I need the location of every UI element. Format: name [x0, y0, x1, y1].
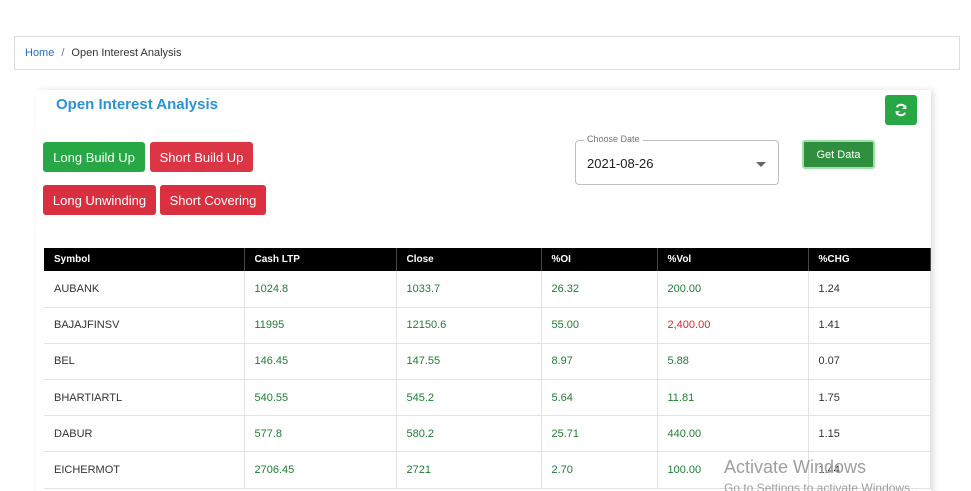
short-covering-button[interactable]: Short Covering [160, 185, 266, 215]
cell-vol: 11.81 [657, 379, 809, 417]
cell-vol: 5.88 [657, 343, 809, 381]
cell-oi: 26.32 [541, 271, 658, 308]
header-oi[interactable]: %OI [541, 248, 658, 271]
table-row[interactable]: BHARTIARTL 540.55 545.2 5.64 11.81 1.75 [44, 379, 931, 417]
cell-close: 545.2 [396, 379, 542, 417]
header-vol[interactable]: %Vol [657, 248, 809, 271]
breadcrumb: Home / Open Interest Analysis [14, 36, 960, 70]
cell-chg: 1.15 [808, 415, 931, 453]
get-data-button[interactable]: Get Data [802, 140, 875, 169]
long-build-up-button[interactable]: Long Build Up [43, 142, 145, 172]
page-title: Open Interest Analysis [56, 96, 218, 113]
chevron-down-icon [756, 162, 766, 167]
breadcrumb-current: Open Interest Analysis [71, 47, 182, 59]
cell-oi: 55.00 [541, 307, 658, 344]
long-unwinding-button[interactable]: Long Unwinding [43, 185, 156, 215]
cell-cash-ltp: 2706.45 [244, 451, 397, 489]
cell-chg: 0.07 [808, 343, 931, 381]
date-select[interactable]: Choose Date 2021-08-26 [575, 134, 779, 185]
cell-chg: 1.75 [808, 379, 931, 417]
windows-activation-watermark: Activate Windows [724, 457, 867, 477]
cell-oi: 2.70 [541, 451, 658, 489]
header-chg[interactable]: %CHG [808, 248, 931, 271]
cell-cash-ltp: 577.8 [244, 415, 397, 453]
refresh-icon [895, 103, 907, 117]
oi-table: Symbol Cash LTP Close %OI %Vol %CHG AUBA… [44, 248, 931, 489]
cell-close: 2721 [396, 451, 542, 489]
cell-oi: 5.64 [541, 379, 658, 417]
table-row[interactable]: BEL 146.45 147.55 8.97 5.88 0.07 [44, 343, 931, 381]
cell-cash-ltp: 1024.8 [244, 271, 397, 308]
breadcrumb-home-link[interactable]: Home [25, 47, 54, 59]
header-symbol[interactable]: Symbol [44, 248, 245, 271]
cell-chg: 1.41 [808, 307, 931, 344]
table-row[interactable]: DABUR 577.8 580.2 25.71 440.00 1.15 [44, 415, 931, 453]
cell-cash-ltp: 11995 [244, 307, 397, 344]
cell-vol: 2,400.00 [657, 307, 809, 344]
date-value: 2021-08-26 [587, 156, 654, 171]
cell-oi: 8.97 [541, 343, 658, 381]
breadcrumb-separator: / [61, 47, 65, 59]
table-header-row: Symbol Cash LTP Close %OI %Vol %CHG [44, 248, 931, 271]
table-row[interactable]: BAJAJFINSV 11995 12150.6 55.00 2,400.00 … [44, 307, 931, 344]
cell-symbol: BAJAJFINSV [44, 307, 245, 344]
cell-symbol: BHARTIARTL [44, 379, 245, 417]
cell-cash-ltp: 540.55 [244, 379, 397, 417]
cell-symbol: BEL [44, 343, 245, 381]
date-label: Choose Date [584, 134, 643, 144]
windows-activation-subtitle: Go to Settings to activate Windows. [724, 481, 914, 491]
cell-close: 580.2 [396, 415, 542, 453]
cell-vol: 200.00 [657, 271, 809, 308]
table-row[interactable]: AUBANK 1024.8 1033.7 26.32 200.00 1.24 [44, 271, 931, 308]
header-close[interactable]: Close [396, 248, 542, 271]
short-build-up-button[interactable]: Short Build Up [150, 142, 253, 172]
cell-chg: 1.24 [808, 271, 931, 308]
cell-symbol: DABUR [44, 415, 245, 453]
refresh-button[interactable] [885, 95, 917, 125]
cell-close: 1033.7 [396, 271, 542, 308]
header-cash-ltp[interactable]: Cash LTP [244, 248, 397, 271]
cell-vol: 440.00 [657, 415, 809, 453]
cell-oi: 25.71 [541, 415, 658, 453]
cell-symbol: AUBANK [44, 271, 245, 308]
cell-close: 147.55 [396, 343, 542, 381]
cell-cash-ltp: 146.45 [244, 343, 397, 381]
cell-symbol: EICHERMOT [44, 451, 245, 489]
cell-close: 12150.6 [396, 307, 542, 344]
